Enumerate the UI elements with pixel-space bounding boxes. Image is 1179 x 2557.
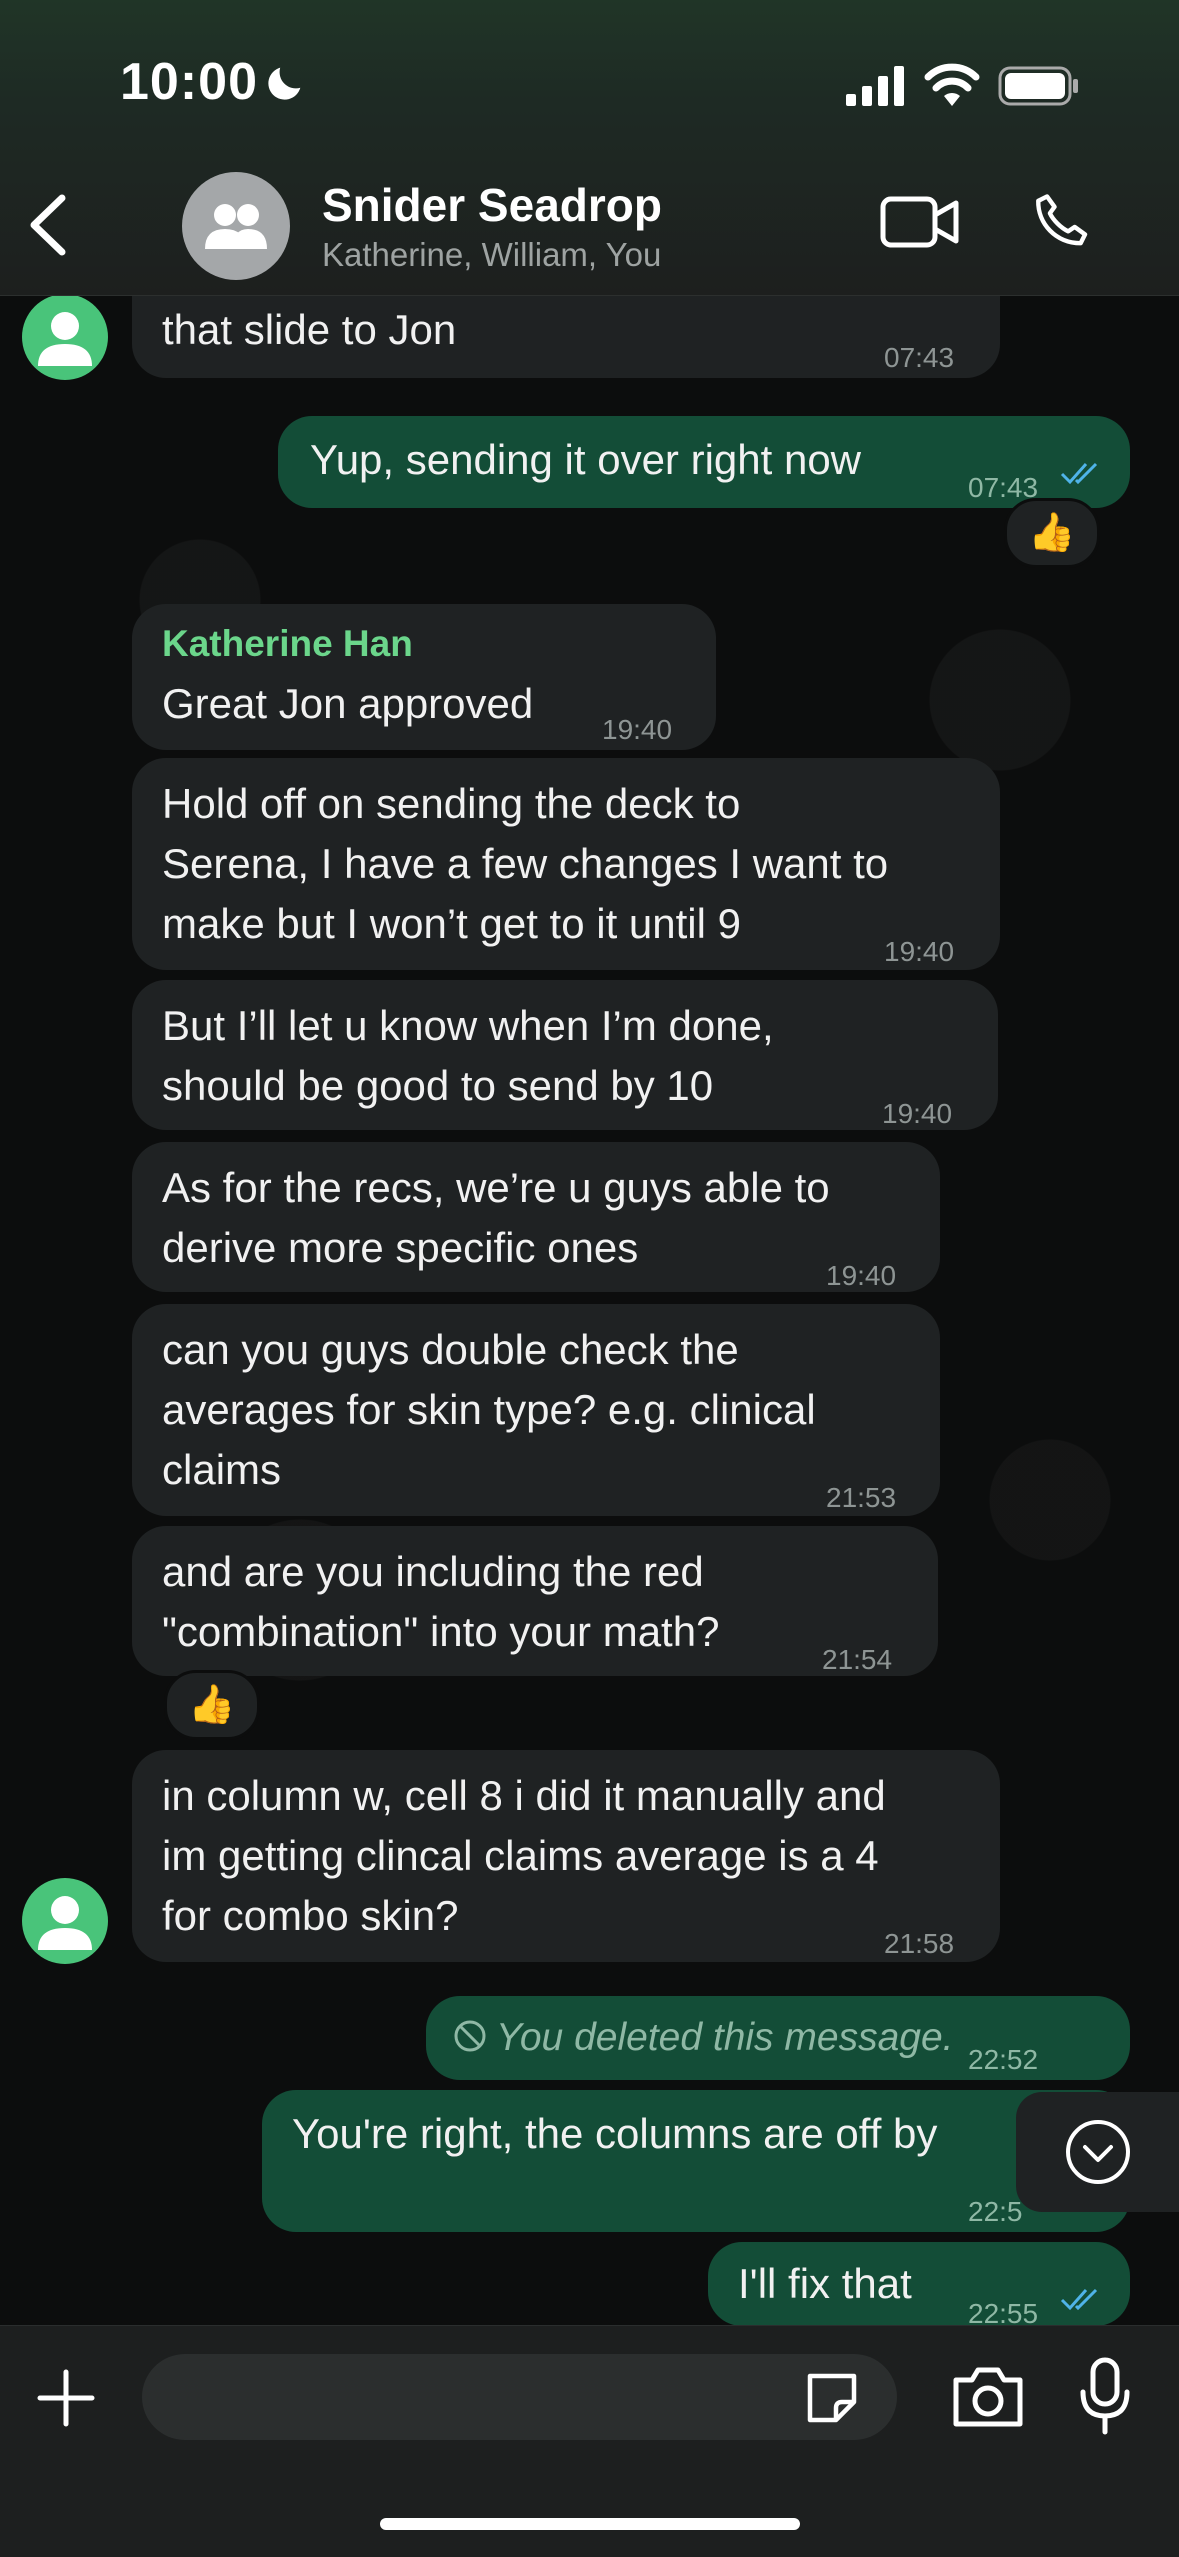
message-time: 22:5 [968, 2196, 1023, 2227]
deleted-message-bubble[interactable]: You deleted this message. 22:52 [426, 1996, 1130, 2080]
chat-header: 10:00 Snider Seadrop Katherine, William,… [0, 0, 1179, 296]
message-bubble[interactable]: in column w, cell 8 i did it manually an… [132, 1750, 1000, 1962]
message-text: Yup, sending it over right now [310, 436, 862, 483]
back-button[interactable] [20, 190, 80, 260]
thumbs-up-icon: 👍 [188, 1684, 236, 1726]
message-line: claims [162, 1446, 282, 1493]
sticker-button[interactable] [802, 2368, 862, 2428]
message-time: 21:58 [884, 1928, 955, 1959]
chevron-down-circle-icon [1065, 2120, 1130, 2184]
message-line: in column w, cell 8 i did it manually an… [162, 1772, 886, 1819]
message-time: 19:40 [884, 936, 955, 967]
message-bubble[interactable]: Hold off on sending the deck to Serena, … [132, 758, 1000, 970]
person-icon [38, 312, 92, 366]
message-time: 19:40 [602, 714, 673, 745]
message-bubble-outgoing[interactable]: I'll fix that 22:55 [708, 2242, 1130, 2329]
wifi-icon [924, 63, 980, 106]
read-receipt-icon [1060, 462, 1098, 485]
message-line: derive more specific ones [162, 1224, 639, 1271]
thumbs-up-icon: 👍 [1028, 512, 1076, 554]
message-time: 21:53 [826, 1482, 897, 1513]
scroll-to-bottom-button[interactable] [1016, 2092, 1179, 2212]
group-icon [205, 204, 267, 249]
status-time: 10:00 [120, 53, 258, 111]
message-text: that slide to Jon [162, 306, 457, 353]
prohibited-icon [454, 2020, 486, 2052]
person-icon [38, 1896, 92, 1950]
moon-icon [268, 67, 301, 100]
message-bubble[interactable]: As for the recs, we’re u guys able to de… [132, 1142, 940, 1292]
message-text: I'll fix that [738, 2260, 912, 2307]
message-line: But I’ll let u know when I’m done, [162, 1002, 774, 1049]
message-text: Great Jon approved [162, 680, 534, 727]
message-line: "combination" into your math? [162, 1608, 720, 1655]
read-receipt-icon [1060, 2288, 1098, 2311]
message-line: im getting clincal claims average is a 4 [162, 1832, 879, 1879]
message-bubble[interactable]: But I’ll let u know when I’m done, shoul… [132, 980, 998, 1130]
message-time: 22:52 [968, 2044, 1039, 2075]
message-line: should be good to send by 10 [162, 1062, 714, 1109]
attach-plus-button[interactable] [34, 2366, 98, 2430]
camera-button[interactable] [950, 2364, 1026, 2430]
cellular-signal-icon [846, 66, 904, 106]
message-text: You deleted this message. [496, 2016, 954, 2059]
sender-name[interactable]: Katherine Han [162, 622, 413, 666]
microphone-button[interactable] [1078, 2356, 1132, 2436]
group-avatar[interactable] [182, 172, 290, 280]
message-input[interactable] [142, 2354, 897, 2440]
message-bubble-outgoing[interactable]: Yup, sending it over right now 07:43 [278, 416, 1130, 508]
message-bubble[interactable]: can you guys double check the averages f… [132, 1304, 940, 1516]
message-line: averages for skin type? e.g. clinical [162, 1386, 816, 1433]
sender-avatar[interactable] [22, 294, 108, 380]
message-line: Hold off on sending the deck to [162, 780, 741, 827]
message-bubble-outgoing[interactable]: You're right, the columns are off by 22:… [262, 2090, 1130, 2232]
battery-icon [998, 66, 1078, 106]
message-time: 19:40 [826, 1260, 897, 1291]
reaction-badge[interactable]: 👍 [1004, 498, 1100, 568]
message-line: As for the recs, we’re u guys able to [162, 1164, 830, 1211]
message-bubble[interactable]: and are you including the red "combinati… [132, 1526, 938, 1676]
reaction-badge[interactable]: 👍 [164, 1670, 260, 1740]
message-time: 07:43 [884, 342, 955, 373]
message-line: Serena, I have a few changes I want to [162, 840, 889, 887]
message-time: 21:54 [822, 1644, 893, 1675]
chat-title[interactable]: Snider Seadrop [322, 178, 662, 232]
message-line: make but I won’t get to it until 9 [162, 900, 741, 947]
message-line: can you guys double check the [162, 1326, 739, 1373]
sender-avatar[interactable] [22, 1878, 108, 1964]
message-bubble[interactable]: Katherine Han Great Jon approved 19:40 [132, 604, 716, 750]
voice-call-button[interactable] [1030, 190, 1092, 252]
chat-subtitle[interactable]: Katherine, William, You [322, 236, 661, 274]
home-indicator[interactable] [380, 2518, 800, 2530]
video-call-button[interactable] [880, 195, 960, 249]
message-line: for combo skin? [162, 1892, 459, 1939]
message-time: 19:40 [882, 1098, 953, 1129]
message-line: and are you including the red [162, 1548, 704, 1595]
message-text: You're right, the columns are off by [292, 2110, 938, 2157]
